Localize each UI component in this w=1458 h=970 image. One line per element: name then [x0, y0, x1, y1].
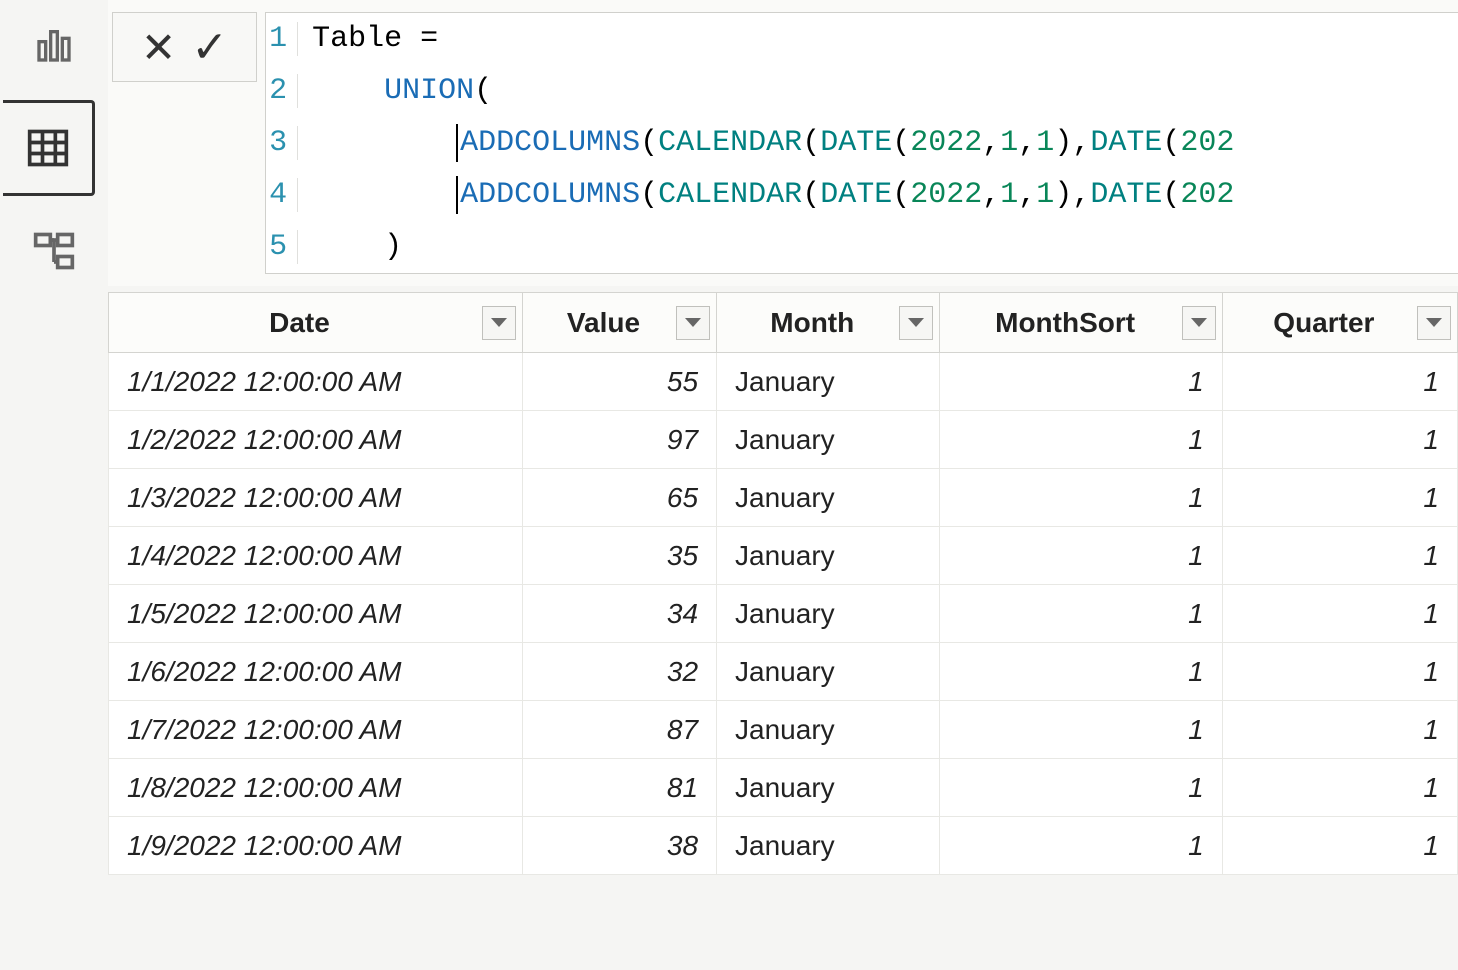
- cell-value[interactable]: 38: [522, 817, 716, 875]
- filter-dropdown-button[interactable]: [899, 306, 933, 340]
- filter-dropdown-button[interactable]: [1417, 306, 1451, 340]
- cell-value[interactable]: 35: [522, 527, 716, 585]
- model-icon: [32, 229, 76, 273]
- cell-quarter[interactable]: 1: [1222, 643, 1457, 701]
- cell-quarter[interactable]: 1: [1222, 353, 1457, 411]
- cell-month[interactable]: January: [717, 353, 940, 411]
- cell-date[interactable]: 1/1/2022 12:00:00 AM: [109, 353, 523, 411]
- cell-value[interactable]: 34: [522, 585, 716, 643]
- cell-date[interactable]: 1/3/2022 12:00:00 AM: [109, 469, 523, 527]
- table-row[interactable]: 1/7/2022 12:00:00 AM87January11: [109, 701, 1458, 759]
- code-line-3: ADDCOLUMNS(CALENDAR(DATE(2022,1,1),DATE(…: [298, 124, 1234, 162]
- cursor-icon: [456, 124, 458, 162]
- model-view-button[interactable]: [29, 226, 79, 276]
- code-line-5: ): [298, 230, 402, 264]
- cell-quarter[interactable]: 1: [1222, 759, 1457, 817]
- cell-date[interactable]: 1/2/2022 12:00:00 AM: [109, 411, 523, 469]
- cancel-button[interactable]: ✕: [141, 23, 176, 72]
- column-header-monthsort[interactable]: MonthSort: [940, 293, 1222, 353]
- table-row[interactable]: 1/8/2022 12:00:00 AM81January11: [109, 759, 1458, 817]
- cell-date[interactable]: 1/9/2022 12:00:00 AM: [109, 817, 523, 875]
- data-table: Date Value Month MonthSort: [108, 292, 1458, 875]
- cell-date[interactable]: 1/4/2022 12:00:00 AM: [109, 527, 523, 585]
- line-number: 2: [266, 74, 298, 108]
- cursor-icon: [456, 176, 458, 214]
- bar-chart-icon: [34, 25, 74, 65]
- cell-monthsort[interactable]: 1: [940, 411, 1222, 469]
- cell-quarter[interactable]: 1: [1222, 469, 1457, 527]
- cell-month[interactable]: January: [717, 527, 940, 585]
- table-row[interactable]: 1/5/2022 12:00:00 AM34January11: [109, 585, 1458, 643]
- table-row[interactable]: 1/9/2022 12:00:00 AM38January11: [109, 817, 1458, 875]
- cell-month[interactable]: January: [717, 817, 940, 875]
- table-row[interactable]: 1/4/2022 12:00:00 AM35January11: [109, 527, 1458, 585]
- cell-quarter[interactable]: 1: [1222, 585, 1457, 643]
- column-header-date[interactable]: Date: [109, 293, 523, 353]
- cell-date[interactable]: 1/5/2022 12:00:00 AM: [109, 585, 523, 643]
- cell-monthsort[interactable]: 1: [940, 585, 1222, 643]
- cell-month[interactable]: January: [717, 643, 940, 701]
- cell-date[interactable]: 1/7/2022 12:00:00 AM: [109, 701, 523, 759]
- formula-action-buttons: ✕ ✓: [112, 12, 257, 82]
- cell-month[interactable]: January: [717, 759, 940, 817]
- cell-quarter[interactable]: 1: [1222, 411, 1457, 469]
- cell-monthsort[interactable]: 1: [940, 759, 1222, 817]
- cell-value[interactable]: 87: [522, 701, 716, 759]
- cell-quarter[interactable]: 1: [1222, 817, 1457, 875]
- cell-date[interactable]: 1/6/2022 12:00:00 AM: [109, 643, 523, 701]
- confirm-button[interactable]: ✓: [191, 22, 228, 73]
- table-row[interactable]: 1/6/2022 12:00:00 AM32January11: [109, 643, 1458, 701]
- table-row[interactable]: 1/1/2022 12:00:00 AM55January11: [109, 353, 1458, 411]
- cell-value[interactable]: 32: [522, 643, 716, 701]
- line-number: 4: [266, 178, 298, 212]
- code-line-4: ADDCOLUMNS(CALENDAR(DATE(2022,1,1),DATE(…: [298, 176, 1234, 214]
- cell-date[interactable]: 1/8/2022 12:00:00 AM: [109, 759, 523, 817]
- cell-value[interactable]: 65: [522, 469, 716, 527]
- cell-monthsort[interactable]: 1: [940, 469, 1222, 527]
- line-number: 5: [266, 230, 298, 264]
- cell-month[interactable]: January: [717, 469, 940, 527]
- filter-dropdown-button[interactable]: [676, 306, 710, 340]
- column-header-month[interactable]: Month: [717, 293, 940, 353]
- cell-month[interactable]: January: [717, 701, 940, 759]
- data-view-button[interactable]: [3, 100, 95, 196]
- cell-monthsort[interactable]: 1: [940, 817, 1222, 875]
- cell-monthsort[interactable]: 1: [940, 643, 1222, 701]
- cell-monthsort[interactable]: 1: [940, 353, 1222, 411]
- column-header-value[interactable]: Value: [522, 293, 716, 353]
- cell-value[interactable]: 97: [522, 411, 716, 469]
- line-number: 1: [266, 22, 298, 56]
- code-line-1: Table =: [298, 22, 438, 56]
- cell-value[interactable]: 81: [522, 759, 716, 817]
- column-header-quarter[interactable]: Quarter: [1222, 293, 1457, 353]
- cell-monthsort[interactable]: 1: [940, 527, 1222, 585]
- dax-editor[interactable]: 1 Table = 2 UNION( 3 ADDCOLUMNS(CALENDAR…: [265, 12, 1458, 274]
- table-icon: [26, 126, 70, 170]
- filter-dropdown-button[interactable]: [1182, 306, 1216, 340]
- table-row[interactable]: 1/3/2022 12:00:00 AM65January11: [109, 469, 1458, 527]
- cell-monthsort[interactable]: 1: [940, 701, 1222, 759]
- data-table-area: Date Value Month MonthSort: [108, 292, 1458, 875]
- view-rail: [0, 0, 108, 970]
- report-view-button[interactable]: [29, 20, 79, 70]
- code-line-2: UNION(: [298, 74, 492, 108]
- table-row[interactable]: 1/2/2022 12:00:00 AM97January11: [109, 411, 1458, 469]
- line-number: 3: [266, 126, 298, 160]
- cell-month[interactable]: January: [717, 411, 940, 469]
- cell-quarter[interactable]: 1: [1222, 527, 1457, 585]
- cell-value[interactable]: 55: [522, 353, 716, 411]
- filter-dropdown-button[interactable]: [482, 306, 516, 340]
- formula-bar: ✕ ✓ 1 Table = 2 UNION( 3 ADDCOLUMNS(CALE…: [108, 0, 1458, 286]
- cell-month[interactable]: January: [717, 585, 940, 643]
- cell-quarter[interactable]: 1: [1222, 701, 1457, 759]
